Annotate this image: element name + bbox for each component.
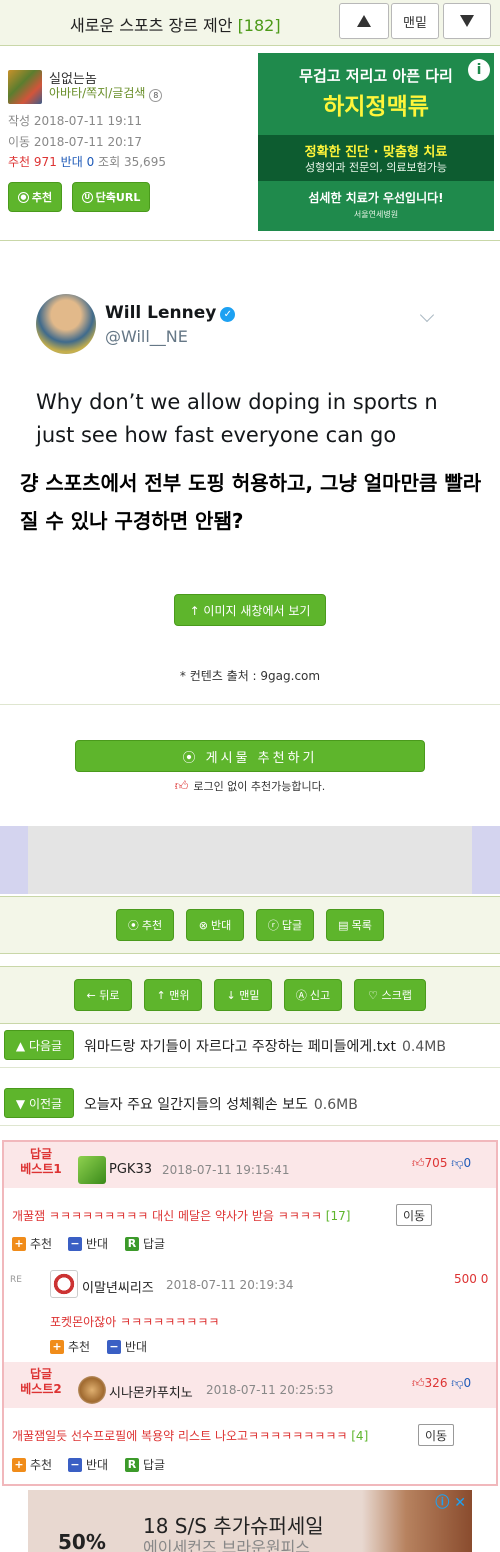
- top-button[interactable]: ↑ 맨위: [144, 979, 202, 1011]
- author-avatar[interactable]: [8, 70, 42, 104]
- x-circle-icon: ⊗: [198, 918, 208, 932]
- ad-banner-top[interactable]: 무겁고 저리고 아픈 다리 하지정맥류 정확한 진단 · 맞춤형 치료 성형외과…: [258, 53, 494, 231]
- best-label: 답글 베스트2: [20, 1367, 62, 1396]
- commenter-name[interactable]: 이말년씨리즈: [82, 1277, 154, 1296]
- comment-votes: 👍︎326 👎︎0: [412, 1376, 472, 1390]
- commenter-name[interactable]: PGK33: [109, 1162, 152, 1177]
- reply-icon: ⓡ: [267, 919, 279, 932]
- ad-banner-bottom[interactable]: 50% 18 S/S 추가슈퍼세일 에이세컨즈 브라운원피스 ⓘ ✕: [28, 1490, 472, 1552]
- recommend-button[interactable]: ● 추천: [8, 182, 62, 212]
- prev-post-button[interactable]: ▼ 이전글: [4, 1088, 74, 1118]
- next-post-button[interactable]: ▲ 다음글: [4, 1030, 74, 1060]
- content-source: * 컨텐츠 출처 : 9gag.com: [179, 669, 321, 683]
- scroll-top-button[interactable]: [339, 3, 389, 39]
- comment-recommend-button[interactable]: + 추천: [12, 1235, 52, 1252]
- thumb-up-icon: 👍︎: [412, 1156, 425, 1170]
- moved-date: 이동 2018-07-11 20:17: [8, 135, 143, 149]
- comment-date: 2018-07-11 20:19:34: [166, 1278, 294, 1292]
- minus-icon: −: [107, 1339, 121, 1354]
- oppose-action-button[interactable]: ⊗ 반대: [186, 909, 244, 941]
- circle-icon: ●: [17, 191, 29, 203]
- comment-count: [182]: [237, 16, 281, 35]
- thumb-up-icon: 👍︎: [412, 1376, 425, 1390]
- report-button[interactable]: Ⓐ 신고: [284, 979, 342, 1011]
- list-action-button[interactable]: ▤ 목록: [326, 909, 384, 941]
- nav-actions: ← 뒤로 ↑ 맨위 ↓ 맨밑 Ⓐ 신고 ♡ 스크랩: [0, 966, 500, 1024]
- scrap-button[interactable]: ♡ 스크랩: [354, 979, 426, 1011]
- chevron-down-icon: [419, 307, 435, 323]
- comment-votes: 👍︎705 👎︎0: [412, 1156, 472, 1170]
- short-url-button[interactable]: U 단축URL: [72, 182, 150, 212]
- minus-icon: −: [68, 1236, 82, 1251]
- level-badge-icon: 8: [149, 89, 163, 102]
- commenter-avatar[interactable]: [78, 1376, 106, 1404]
- comment-text: 개꿀잼일듯 선수프로필에 복용약 리스트 나오고ㅋㅋㅋㅋㅋㅋㅋㅋㅋ [4]: [12, 1429, 369, 1443]
- tweet-handle: @Will__NE: [105, 327, 188, 346]
- post-actions: ⦿ 추천 ⊗ 반대 ⓡ 답글 ▤ 목록: [0, 896, 500, 954]
- scroll-down-button[interactable]: [443, 3, 491, 39]
- comment-oppose-button[interactable]: − 반대: [68, 1456, 108, 1473]
- minus-icon: −: [68, 1457, 82, 1472]
- plus-icon: +: [50, 1339, 64, 1354]
- tweet-author: Will Lenney ✓: [105, 303, 236, 323]
- comment-text: 개꿀잼 ㅋㅋㅋㅋㅋㅋㅋㅋㅋ 대신 메달은 약사가 받음 ㅋㅋㅋㅋ [17]: [12, 1209, 351, 1223]
- triangle-down-icon: [460, 15, 474, 27]
- plus-icon: +: [12, 1457, 26, 1472]
- commenter-avatar[interactable]: [50, 1270, 78, 1298]
- list-icon: ▤: [338, 918, 349, 932]
- next-post-row[interactable]: ▲ 다음글 워마드랑 자기들이 자르다고 주장하는 페미들에게.txt 0.4MB: [0, 1024, 500, 1068]
- scroll-bottom-button[interactable]: 맨밑: [391, 3, 439, 39]
- back-button[interactable]: ← 뒤로: [74, 979, 132, 1011]
- prev-post-row[interactable]: ▼ 이전글 오늘자 주요 일간지들의 성체훼손 보도 0.6MB: [0, 1082, 500, 1126]
- move-button[interactable]: 이동: [396, 1204, 432, 1226]
- next-post-title[interactable]: 워마드랑 자기들이 자르다고 주장하는 페미들에게.txt 0.4MB: [84, 1036, 446, 1056]
- comment-oppose-button[interactable]: − 반대: [107, 1338, 147, 1355]
- comment-date: 2018-07-11 19:15:41: [162, 1163, 290, 1177]
- reply-indicator: RE: [10, 1275, 22, 1285]
- thumb-up-icon: 👍︎: [174, 779, 189, 794]
- best-label: 답글 베스트1: [20, 1147, 62, 1176]
- prev-post-title[interactable]: 오늘자 주요 일간지들의 성체훼손 보도 0.6MB: [84, 1094, 358, 1114]
- thumb-down-icon: 👎︎: [451, 1376, 464, 1390]
- comment-reply-button[interactable]: R 답글: [125, 1456, 165, 1473]
- link-icon: U: [81, 191, 93, 203]
- commenter-avatar[interactable]: [78, 1156, 106, 1184]
- circle-icon: ⦿: [182, 750, 206, 766]
- post-title: 새로운 스포츠 장르 제안 [182]: [70, 16, 281, 35]
- tweet-avatar: [36, 294, 96, 354]
- bottom-button[interactable]: ↓ 맨밑: [214, 979, 272, 1011]
- alert-icon: Ⓐ: [295, 989, 307, 1002]
- comment-score: 500 0: [454, 1272, 489, 1286]
- reply-icon: R: [125, 1457, 139, 1472]
- reply-action-button[interactable]: ⓡ 답글: [256, 909, 314, 941]
- post-stats: 추천 971 반대 0 조회 35,695: [8, 155, 166, 169]
- view-image-button[interactable]: ↑ 이미지 새창에서 보기: [174, 594, 326, 626]
- written-date: 작성 2018-07-11 19:11: [8, 114, 143, 128]
- comment-date: 2018-07-11 20:25:53: [206, 1383, 334, 1397]
- comment-oppose-button[interactable]: − 반대: [68, 1235, 108, 1252]
- ad-slot: [0, 826, 500, 894]
- top-bar: 새로운 스포츠 장르 제안 [182] 맨밑: [0, 0, 500, 46]
- author-links[interactable]: 아바타/쪽지/글검색 8: [49, 84, 163, 102]
- ad-info-icon[interactable]: i: [468, 59, 490, 81]
- comment-reply-button[interactable]: R 답글: [125, 1235, 165, 1252]
- recommend-note: 👍︎ 로그인 없이 추천가능합니다.: [174, 779, 326, 794]
- reply-icon: R: [125, 1236, 139, 1251]
- divider: [0, 704, 500, 705]
- commenter-name[interactable]: 시나몬카푸치노: [109, 1382, 193, 1401]
- comment-recommend-button[interactable]: + 추천: [50, 1338, 90, 1355]
- plus-icon: +: [12, 1236, 26, 1251]
- comment-recommend-button[interactable]: + 추천: [12, 1456, 52, 1473]
- circle-icon: ⦿: [127, 919, 139, 932]
- thumb-down-icon: 👎︎: [451, 1156, 464, 1170]
- recommend-action-button[interactable]: ⦿ 추천: [116, 909, 174, 941]
- ad-close-icon[interactable]: ⓘ ✕: [435, 1492, 466, 1512]
- post-caption: 걍 스포츠에서 전부 도핑 허용하고, 그냥 얼마만큼 빨라질 수 있나 구경하…: [20, 471, 482, 533]
- verified-icon: ✓: [220, 307, 236, 322]
- tweet-text: Why don’t we allow doping in sports n ju…: [36, 390, 438, 447]
- comment-text: 포켓몬아잖아 ㅋㅋㅋㅋㅋㅋㅋㅋㅋ: [50, 1315, 220, 1329]
- triangle-up-icon: [357, 15, 371, 27]
- move-button[interactable]: 이동: [418, 1424, 454, 1446]
- recommend-post-button[interactable]: ⦿ 게시물 추천하기: [75, 740, 425, 772]
